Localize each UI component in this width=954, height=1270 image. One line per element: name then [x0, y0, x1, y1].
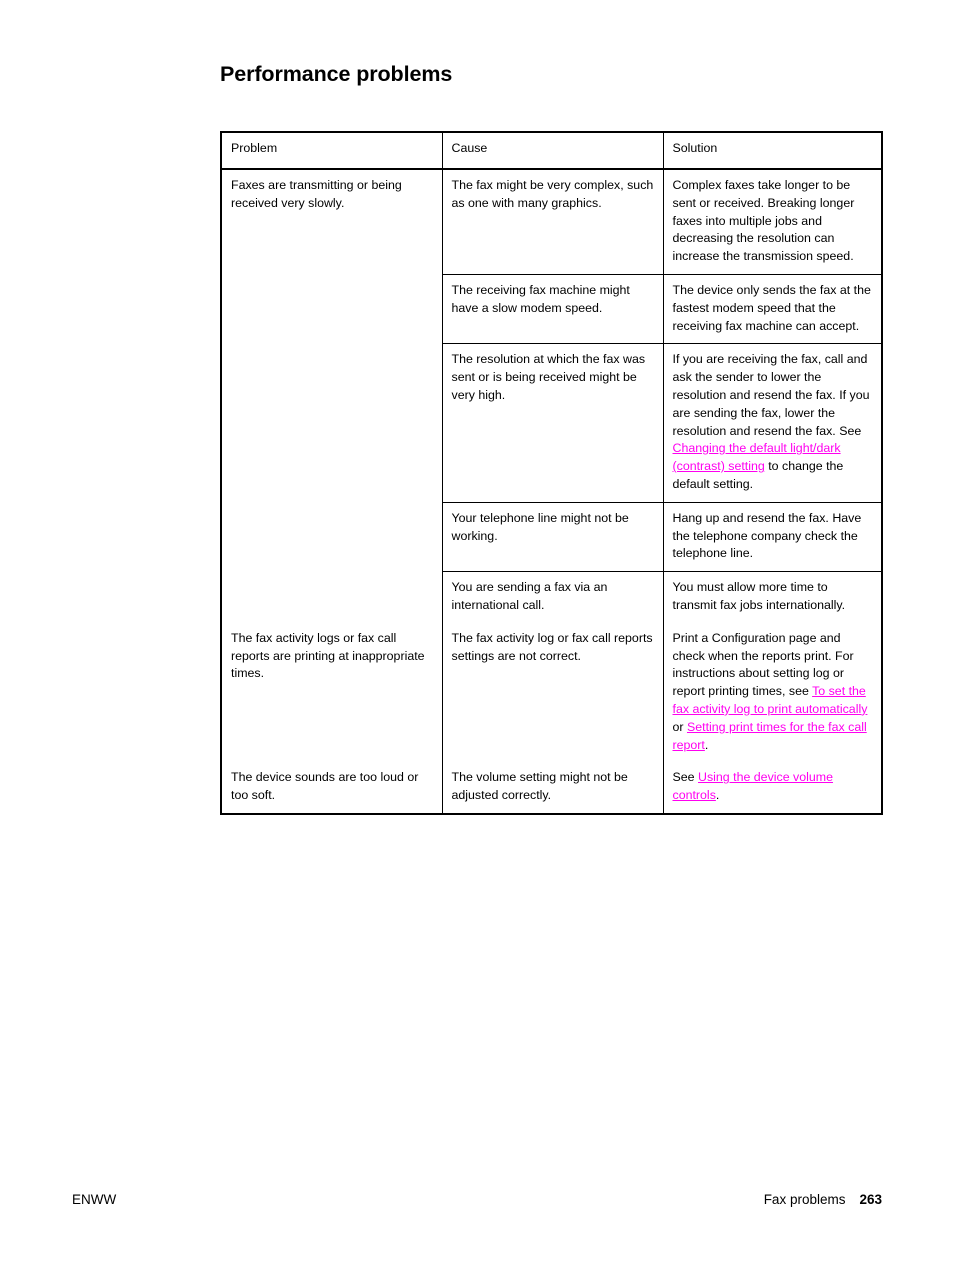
- troubleshooting-table-container: Problem Cause Solution Faxes are transmi…: [220, 131, 883, 815]
- table-body: Faxes are transmitting or being received…: [220, 169, 883, 815]
- cross-reference-link[interactable]: Setting print times for the fax call rep…: [673, 720, 867, 752]
- table-row: The fax activity logs or fax call report…: [220, 622, 883, 763]
- column-header-cause: Cause: [441, 131, 664, 170]
- cell-cause: The receiving fax machine might have a s…: [441, 273, 664, 344]
- cell-cause: Your telephone line might not be working…: [441, 501, 664, 572]
- table-row: Faxes are transmitting or being received…: [220, 169, 883, 623]
- page-footer: ENWW Fax problems 263: [0, 1192, 954, 1214]
- cell-solution: Hang up and resend the fax. Have the tel…: [662, 501, 883, 572]
- cell-solution: Print a Configuration page and check whe…: [662, 622, 883, 763]
- cell-problem: The fax activity logs or fax call report…: [220, 622, 443, 763]
- cell-solution: Complex faxes take longer to be sent or …: [662, 169, 883, 275]
- footer-page-number: 263: [859, 1192, 882, 1207]
- cell-cause: You are sending a fax via an internation…: [441, 571, 664, 623]
- cross-reference-link[interactable]: To set the fax activity log to print aut…: [673, 684, 868, 716]
- cross-reference-link[interactable]: Using the device volume controls: [673, 770, 834, 802]
- column-header-solution: Solution: [662, 131, 883, 170]
- table-header-row: Problem Cause Solution: [220, 131, 883, 170]
- footer-section-name: Fax problems: [763, 1192, 846, 1207]
- table-row: The device sounds are too loud or too so…: [220, 762, 883, 815]
- cell-solution: See Using the device volume controls.: [662, 762, 883, 815]
- cell-problem: Faxes are transmitting or being received…: [220, 169, 443, 623]
- document-page: Performance problems Problem Cause Solut…: [0, 0, 954, 1270]
- troubleshooting-table: Problem Cause Solution Faxes are transmi…: [220, 131, 883, 815]
- cell-solution: You must allow more time to transmit fax…: [662, 571, 883, 623]
- cell-cause: The volume setting might not be adjusted…: [441, 762, 664, 815]
- cell-cause: The fax might be very complex, such as o…: [441, 169, 664, 275]
- footer-locale-label: ENWW: [72, 1192, 117, 1207]
- footer-section-info: Fax problems 263: [764, 1192, 882, 1207]
- cell-cause: The fax activity log or fax call reports…: [441, 622, 664, 763]
- cell-solution: If you are receiving the fax, call and a…: [662, 343, 883, 503]
- cell-solution: The device only sends the fax at the fas…: [662, 273, 883, 344]
- page-title: Performance problems: [220, 62, 453, 86]
- column-header-problem: Problem: [220, 131, 443, 170]
- cross-reference-link[interactable]: Changing the default light/dark (contras…: [673, 441, 841, 473]
- cell-problem: The device sounds are too loud or too so…: [220, 762, 443, 815]
- cell-cause: The resolution at which the fax was sent…: [441, 343, 664, 503]
- table-header: Problem Cause Solution: [220, 131, 883, 170]
